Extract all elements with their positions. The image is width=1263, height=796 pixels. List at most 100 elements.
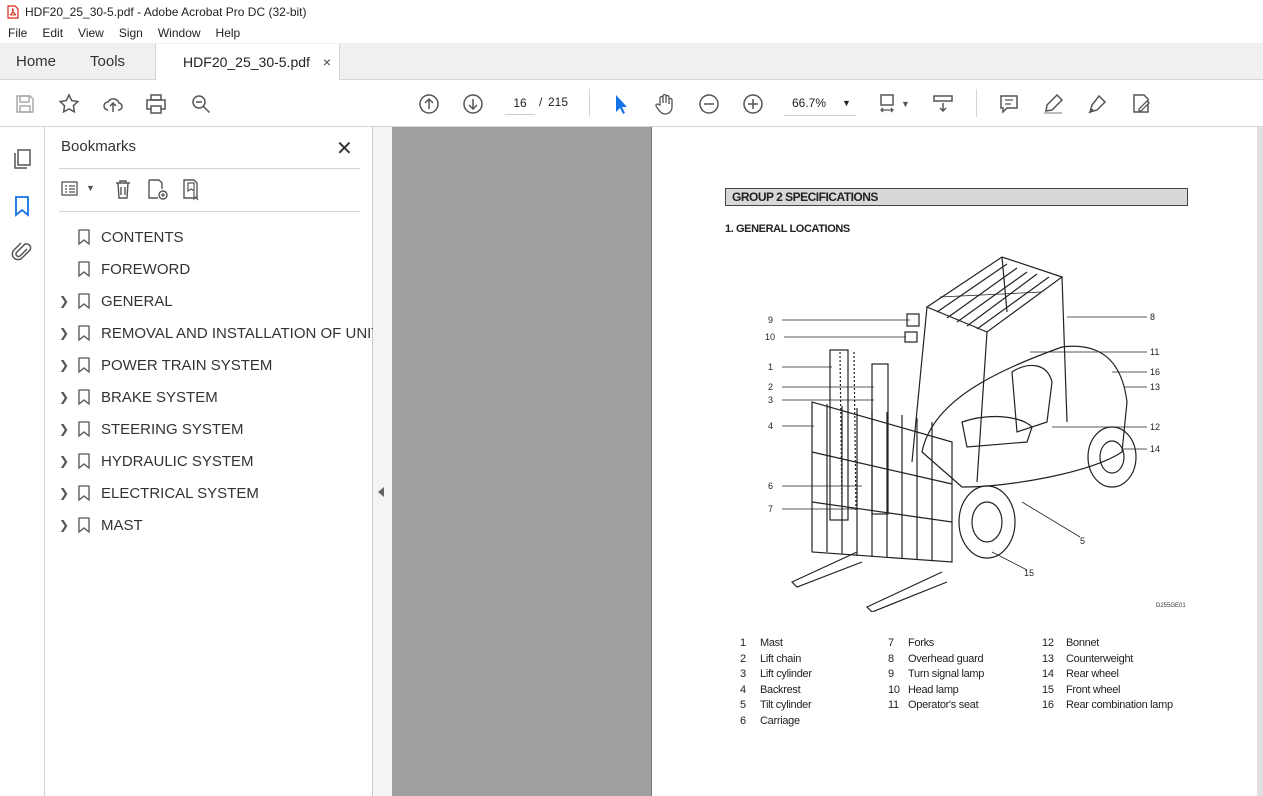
bookmark-icon xyxy=(78,389,90,405)
legend-row: 15 Front wheel xyxy=(1042,683,1121,696)
legend-row: 5 Tilt cylinder xyxy=(740,699,812,711)
callout-label: 13 xyxy=(1150,382,1160,392)
select-cursor-icon[interactable] xyxy=(607,91,633,117)
bookmark-item[interactable]: ❯ BRAKE SYSTEM xyxy=(45,381,373,413)
bookmark-from-selection-icon[interactable] xyxy=(180,177,204,201)
chevron-down-icon[interactable]: ▼ xyxy=(901,99,910,109)
bookmark-item[interactable]: FOREWORD xyxy=(45,253,373,285)
bookmark-icon xyxy=(78,517,90,533)
bookmark-item[interactable]: ❯ POWER TRAIN SYSTEM xyxy=(45,349,373,381)
close-tab-icon[interactable]: × xyxy=(323,54,331,70)
bookmark-item[interactable]: ❯ GENERAL xyxy=(45,285,373,317)
legend-row: 16 Rear combination lamp xyxy=(1042,699,1173,711)
menu-sign[interactable]: Sign xyxy=(111,26,150,40)
page-total: 215 xyxy=(548,95,569,109)
toolbar-divider xyxy=(589,89,590,117)
edit-document-icon[interactable] xyxy=(1128,91,1154,117)
callout-label: 16 xyxy=(1150,367,1160,377)
chevron-down-icon[interactable]: ▼ xyxy=(86,183,95,193)
bookmark-item[interactable]: ❯ REMOVAL AND INSTALLATION OF UNIT xyxy=(45,317,381,349)
print-icon[interactable] xyxy=(143,91,169,117)
chevron-right-icon[interactable]: ❯ xyxy=(59,518,69,532)
menu-view[interactable]: View xyxy=(70,26,111,40)
panel-divider xyxy=(59,211,360,212)
bookmarks-panel-icon[interactable] xyxy=(10,194,34,218)
chevron-right-icon[interactable]: ❯ xyxy=(59,486,69,500)
menu-window[interactable]: Window xyxy=(150,26,208,40)
menu-file[interactable]: File xyxy=(0,26,34,40)
chevron-right-icon[interactable]: ❯ xyxy=(59,294,69,308)
acrobat-pdf-icon xyxy=(7,4,19,19)
new-bookmark-icon[interactable] xyxy=(145,177,169,201)
bookmark-label: CONTENTS xyxy=(101,228,184,246)
sign-pen-icon[interactable] xyxy=(1084,91,1110,117)
menu-help[interactable]: Help xyxy=(208,26,248,40)
scroll-mode-icon[interactable] xyxy=(930,91,956,117)
section-title: 1. GENERAL LOCATIONS xyxy=(725,223,850,235)
callout-label: 11 xyxy=(1150,347,1159,357)
bookmark-label: STEERING SYSTEM xyxy=(101,420,244,438)
star-icon[interactable] xyxy=(56,91,82,117)
legend-row: 2 Lift chain xyxy=(740,652,802,665)
legend-row: 3 Lift cylinder xyxy=(740,668,812,680)
bookmarks-panel: Bookmarks ✕ ▼ CONTENTS FOREWORD ❯ GENERA… xyxy=(45,127,381,796)
close-icon[interactable]: ✕ xyxy=(336,136,353,161)
panel-collapse-handle[interactable] xyxy=(373,127,392,796)
menu-bar: File Edit View Sign Window Help xyxy=(0,23,1263,43)
next-page-icon[interactable] xyxy=(460,91,486,117)
document-viewer[interactable]: GROUP 2 SPECIFICATIONS 1. GENERAL LOCATI… xyxy=(392,127,1263,796)
page-number-input[interactable]: 16 xyxy=(505,91,535,115)
zoom-out-icon[interactable] xyxy=(696,91,722,117)
menu-edit[interactable]: Edit xyxy=(34,26,70,40)
bookmark-item[interactable]: ❯ HYDRAULIC SYSTEM xyxy=(45,445,373,477)
chevron-right-icon[interactable]: ❯ xyxy=(59,454,69,468)
left-navigation-rail xyxy=(0,127,45,796)
chevron-right-icon[interactable]: ❯ xyxy=(59,390,69,404)
figure-code: D255GE01 xyxy=(1156,603,1186,609)
legend-column: 7 Forks 8 Overhead guard 9 Turn signal lamp… xyxy=(888,637,984,715)
highlight-pen-icon[interactable] xyxy=(1040,91,1066,117)
callout-label: 12 xyxy=(1150,422,1160,432)
chevron-right-icon[interactable]: ❯ xyxy=(59,326,69,340)
page-thumbnails-icon[interactable] xyxy=(10,147,34,171)
find-zoom-icon[interactable] xyxy=(188,91,214,117)
zoom-level-select[interactable]: 66.7% ▼ xyxy=(784,90,856,116)
attachments-icon[interactable] xyxy=(10,240,34,264)
tab-tools[interactable]: Tools xyxy=(72,43,141,79)
zoom-in-icon[interactable] xyxy=(740,91,766,117)
chevron-right-icon[interactable]: ❯ xyxy=(59,422,69,436)
bookmark-item[interactable]: ❯ MAST xyxy=(45,509,373,541)
legend-row: 9 Turn signal lamp xyxy=(888,668,985,680)
callout-label: 8 xyxy=(1150,312,1155,322)
legend-row: 6 Carriage xyxy=(740,714,800,727)
page-separator: / xyxy=(539,95,543,109)
fit-page-icon[interactable] xyxy=(876,91,902,117)
vertical-scrollbar[interactable] xyxy=(1257,127,1263,796)
bookmark-icon xyxy=(78,261,90,277)
tab-document[interactable]: HDF20_25_30-5.pdf × xyxy=(155,44,341,80)
callout-label: 14 xyxy=(1150,444,1160,454)
callout-label: 4 xyxy=(768,421,773,431)
bookmark-options-icon[interactable] xyxy=(60,177,84,201)
save-icon[interactable] xyxy=(12,91,38,117)
delete-bookmark-icon[interactable] xyxy=(111,177,135,201)
bookmark-item[interactable]: CONTENTS xyxy=(45,221,373,253)
bookmark-item[interactable]: ❯ ELECTRICAL SYSTEM xyxy=(45,477,373,509)
bookmark-icon xyxy=(78,421,90,437)
chevron-right-icon[interactable]: ❯ xyxy=(59,358,69,372)
bookmark-label: FOREWORD xyxy=(101,260,191,278)
legend-row: 13 Counterweight xyxy=(1042,652,1134,665)
comment-icon[interactable] xyxy=(996,91,1022,117)
legend-row: 1 Mast xyxy=(740,637,783,649)
callout-label: 10 xyxy=(765,332,775,342)
upload-cloud-icon[interactable] xyxy=(100,91,126,117)
bookmark-icon xyxy=(78,357,90,373)
pdf-page: GROUP 2 SPECIFICATIONS 1. GENERAL LOCATI… xyxy=(651,127,1257,796)
legend-row: 4 Backrest xyxy=(740,683,801,696)
previous-page-icon[interactable] xyxy=(416,91,442,117)
bookmark-item[interactable]: ❯ STEERING SYSTEM xyxy=(45,413,373,445)
legend-row: 12 Bonnet xyxy=(1042,637,1100,649)
tab-home[interactable]: Home xyxy=(0,43,72,79)
callout-label: 2 xyxy=(768,382,773,392)
hand-tool-icon[interactable] xyxy=(652,91,678,117)
